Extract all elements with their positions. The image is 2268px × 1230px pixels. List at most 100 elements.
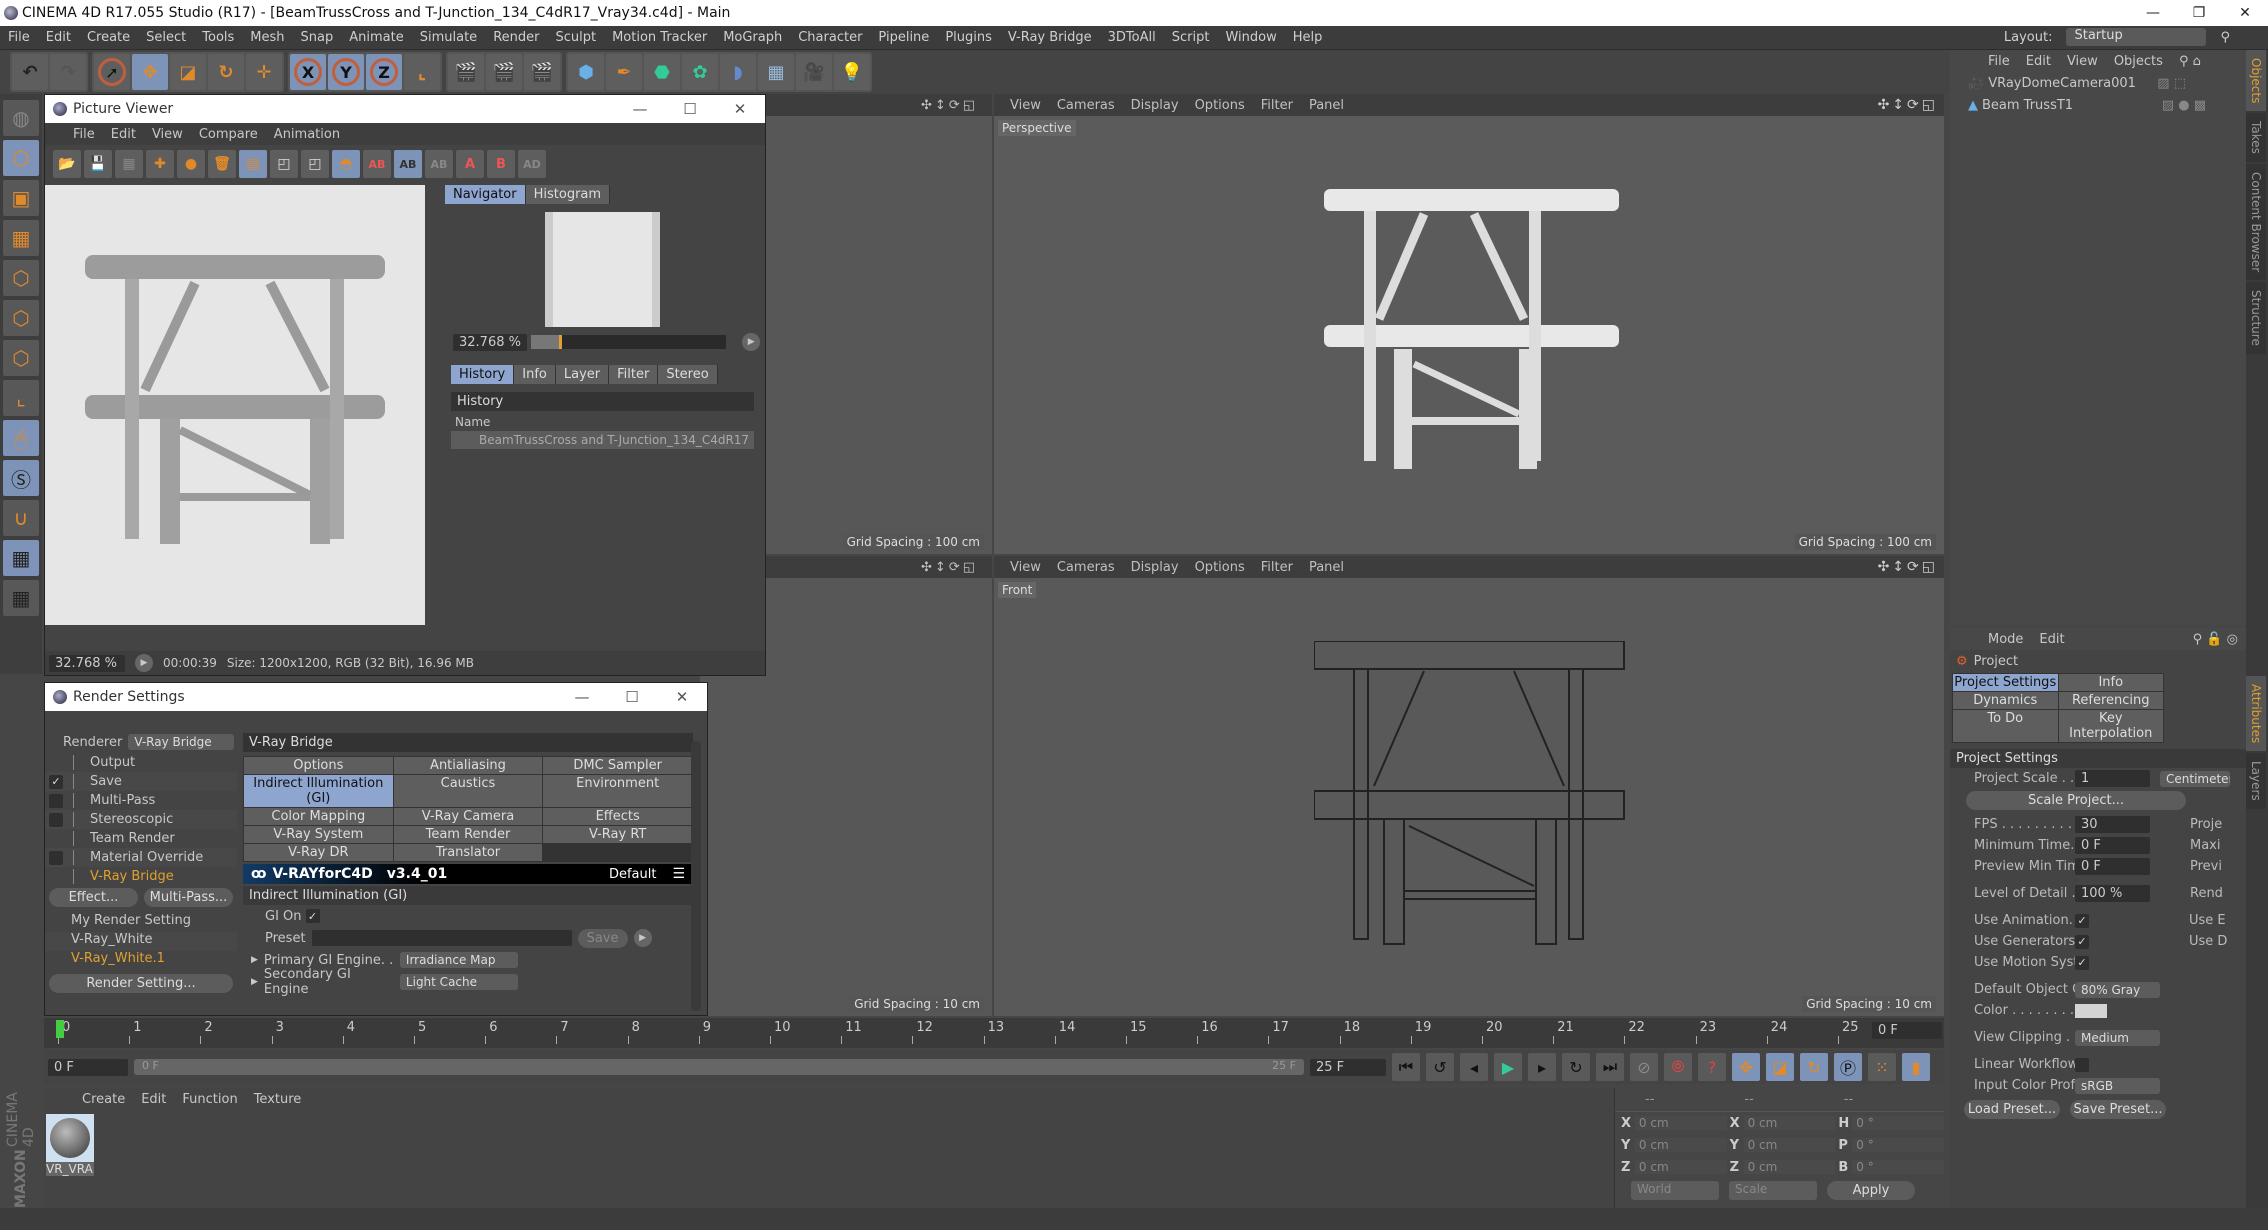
color-swatch[interactable] xyxy=(2075,1003,2107,1018)
autokey-icon[interactable]: ⦾ xyxy=(1664,1053,1692,1081)
open-icon[interactable]: 📂 xyxy=(53,150,81,178)
vray-tab[interactable]: V-Ray Camera xyxy=(393,808,543,825)
delete-icon[interactable]: 🗑 xyxy=(208,150,236,178)
previous-key-icon[interactable]: ↺ xyxy=(1426,1053,1454,1081)
vray-tab[interactable]: Caustics xyxy=(393,775,543,807)
attr-menu-mode[interactable]: Mode xyxy=(1980,632,2031,647)
preset-arrow-icon[interactable]: ▶ xyxy=(633,929,652,947)
maximize-button[interactable]: ☐ xyxy=(607,688,657,706)
navigator-thumbnail[interactable] xyxy=(545,212,660,327)
lod-field[interactable]: 100 % xyxy=(2075,885,2150,902)
rs-tree-checkbox[interactable] xyxy=(49,793,63,808)
pv-zoom-slider[interactable] xyxy=(531,335,727,349)
color-profile-dropdown[interactable]: sRGB xyxy=(2075,1077,2160,1094)
redo-icon[interactable]: ↷ xyxy=(50,54,86,90)
vray-tab[interactable]: Color Mapping xyxy=(244,808,393,825)
ab-split-icon[interactable]: AB xyxy=(394,150,422,178)
end-frame-field[interactable]: 25 F xyxy=(1310,1058,1386,1076)
vray-tab[interactable]: Environment xyxy=(543,775,692,807)
project-tab[interactable]: Key Interpolation xyxy=(2058,710,2163,742)
effect-button[interactable]: Effect... xyxy=(49,888,138,907)
project-tab[interactable]: To Do xyxy=(1953,710,2058,742)
pv-menu-compare[interactable]: Compare xyxy=(191,127,266,142)
camera-icon[interactable]: 🎥 xyxy=(796,54,832,90)
project-tab[interactable]: Referencing xyxy=(2058,692,2163,709)
edges-mode-icon[interactable]: ⬡ xyxy=(3,300,39,336)
coord-field[interactable]: 0 ° xyxy=(1852,1138,1945,1152)
next-frame-icon[interactable]: ▸ xyxy=(1528,1053,1556,1081)
vray-tab[interactable]: DMC Sampler xyxy=(543,757,692,774)
fps-field[interactable]: 30 xyxy=(2075,816,2150,833)
vray-tab[interactable]: Translator xyxy=(393,844,543,861)
vray-tab[interactable]: V-Ray System xyxy=(244,826,393,843)
vp-menu-view[interactable]: View xyxy=(1002,98,1049,113)
coord-space-dropdown[interactable]: World xyxy=(1631,1181,1719,1200)
add-layer-icon[interactable]: ● xyxy=(177,150,205,178)
preset-field[interactable] xyxy=(311,930,572,946)
clear-icon[interactable]: ▤ xyxy=(239,150,267,178)
coord-field[interactable]: 0 cm xyxy=(1743,1138,1836,1152)
om-search-icon[interactable]: ⚲ ⌂ xyxy=(2171,54,2209,69)
render-preset-item[interactable]: My Render Setting xyxy=(45,913,237,932)
undo-icon[interactable]: ↶ xyxy=(12,54,48,90)
menu-render[interactable]: Render xyxy=(485,30,547,45)
linear-workflow-checkbox[interactable] xyxy=(2075,1057,2089,1072)
coord-field[interactable]: 0 cm xyxy=(1743,1160,1836,1174)
preset-save-button[interactable]: Save xyxy=(577,928,628,948)
min-time-field[interactable]: 0 F xyxy=(2075,837,2150,854)
menu-mesh[interactable]: Mesh xyxy=(242,30,292,45)
side-tab-layers[interactable]: Layers xyxy=(2246,753,2266,810)
keyframe-selection-icon[interactable]: ? xyxy=(1698,1053,1726,1081)
interactive-region-icon[interactable]: ◓ xyxy=(332,150,360,178)
vray-tab[interactable]: Options xyxy=(244,757,393,774)
texture-mode-icon[interactable]: ▣ xyxy=(3,180,39,216)
render-setting-button[interactable]: Render Setting... xyxy=(49,974,233,993)
save-preset-button[interactable]: Save Preset... xyxy=(2070,1100,2166,1119)
minimize-button[interactable]: — xyxy=(615,100,665,118)
default-color-dropdown[interactable]: 80% Gray xyxy=(2075,981,2160,998)
vray-tab[interactable]: V-Ray DR xyxy=(244,844,393,861)
menu-tools[interactable]: Tools xyxy=(194,30,242,45)
minimize-button[interactable]: — xyxy=(2130,0,2176,26)
material-tag-icon[interactable]: ▨ ● ▩ xyxy=(2162,98,2206,113)
om-menu-edit[interactable]: Edit xyxy=(2018,54,2059,69)
scale-project-button[interactable]: Scale Project... xyxy=(1966,791,2186,810)
polygons-mode-icon[interactable]: ⬡ xyxy=(3,340,39,376)
add-icon[interactable]: ✚ xyxy=(146,150,174,178)
coord-field[interactable]: 0 cm xyxy=(1634,1116,1727,1130)
gi-on-checkbox[interactable]: ✓ xyxy=(305,909,320,923)
pv-menu-animation[interactable]: Animation xyxy=(266,127,348,142)
search-icon[interactable]: ⚲ xyxy=(2212,30,2238,45)
vp-menu-panel[interactable]: Panel xyxy=(1301,560,1352,575)
viewport-nav-icons[interactable]: ✣↕⟳◱ xyxy=(913,98,986,113)
live-selection-icon[interactable]: ➚ xyxy=(94,54,130,90)
playhead[interactable] xyxy=(56,1020,64,1038)
pv-status-play-icon[interactable]: ▶ xyxy=(135,654,153,672)
rendered-image[interactable] xyxy=(45,185,425,625)
load-preset-button[interactable]: Load Preset... xyxy=(1964,1100,2060,1119)
menu-animate[interactable]: Animate xyxy=(341,30,411,45)
use-animation-checkbox[interactable]: ✓ xyxy=(2075,913,2089,928)
side-tab-structure[interactable]: Structure xyxy=(2246,282,2266,355)
render-to-picture-viewer-icon[interactable]: 🎬 xyxy=(486,54,522,90)
key-parameter-icon[interactable]: Ⓟ xyxy=(1834,1053,1862,1081)
next-key-icon[interactable]: ↻ xyxy=(1562,1053,1590,1081)
start-frame-field[interactable]: 0 F xyxy=(48,1058,128,1076)
material-item[interactable]: VR_VRA xyxy=(46,1114,94,1176)
tab-stereo[interactable]: Stereo xyxy=(658,365,718,384)
view-clipping-dropdown[interactable]: Medium xyxy=(2075,1029,2160,1046)
menu-pipeline[interactable]: Pipeline xyxy=(870,30,937,45)
object-item[interactable]: 🎥 VRayDomeCamera001 ▨ ⬚ xyxy=(1950,72,2246,94)
close-button[interactable]: ✕ xyxy=(2222,0,2268,26)
workplane-mode-icon[interactable]: ▦ xyxy=(3,220,39,256)
subdivision-surface-icon[interactable]: ⬣ xyxy=(644,54,680,90)
side-tab-objects[interactable]: Objects xyxy=(2246,50,2266,112)
tab-layer[interactable]: Layer xyxy=(555,365,610,384)
go-to-start-icon[interactable]: ⏮ xyxy=(1392,1053,1420,1081)
rs-tree-item[interactable]: Stereoscopic xyxy=(45,810,237,829)
rs-tree-item[interactable]: ✓ Save xyxy=(45,772,237,791)
menu-3dtoall[interactable]: 3DToAll xyxy=(1100,30,1164,45)
coord-field[interactable]: 0 cm xyxy=(1634,1138,1727,1152)
vray-tab[interactable]: Team Render xyxy=(393,826,543,843)
vp-menu-options[interactable]: Options xyxy=(1187,98,1253,113)
